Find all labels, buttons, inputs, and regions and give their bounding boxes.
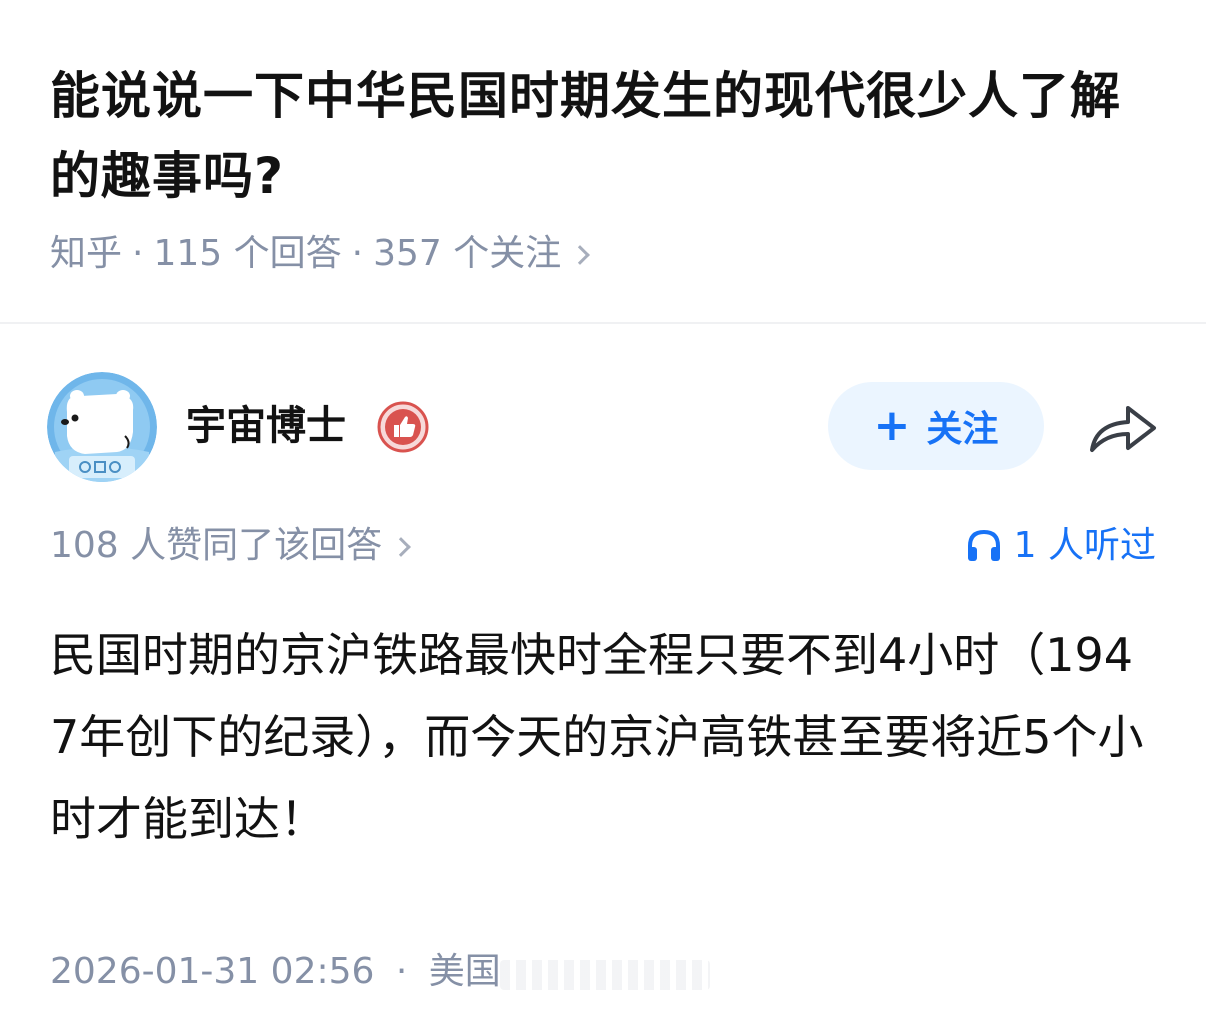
votes-link[interactable]: 108 人赞同了该回答 [50, 520, 412, 572]
answer-content[interactable]: 民国时期的京沪铁路最快时全程只要不到4小时（1947年创下的纪录），而今天的京沪… [50, 614, 1160, 860]
follow-button[interactable]: + 关注 [828, 382, 1044, 470]
footer-separator: · [395, 951, 408, 992]
follow-label: 关注 [926, 409, 999, 450]
polar-bear-astronaut-avatar [47, 372, 157, 482]
listened-count: 1 人听过 [1013, 525, 1156, 566]
avatar[interactable] [47, 372, 157, 482]
vote-count: 108 人赞同了该回答 [50, 525, 383, 566]
meta-separator: · [351, 233, 364, 274]
thumbs-up-badge-icon[interactable] [377, 401, 429, 453]
question-title[interactable]: 能说说一下中华民国时期发生的现代很少人了解的趣事吗? [50, 56, 1160, 216]
chevron-right-icon [391, 537, 412, 557]
plus-icon: + [873, 400, 911, 451]
meta-separator: · [132, 233, 144, 274]
answer-count: 115 个回答 [153, 233, 342, 274]
answer-datetime: 2026-01-31 02:56 [50, 951, 375, 992]
share-button[interactable] [1088, 398, 1158, 456]
answer-page: 能说说一下中华民国时期发生的现代很少人了解的趣事吗? 知乎 · 115 个回答 … [0, 0, 1206, 1010]
watermark [500, 960, 710, 990]
source-label: 知乎 [50, 233, 123, 274]
section-divider [0, 322, 1206, 324]
follower-count: 357 个关注 [373, 233, 562, 274]
listened-link[interactable]: 1 人听过 [966, 520, 1156, 572]
chevron-right-icon [570, 245, 591, 265]
share-arrow-icon [1090, 406, 1156, 452]
headphones-icon [967, 529, 1000, 561]
answer-location: 美国 [428, 951, 501, 992]
author-name[interactable]: 宇宙博士 [186, 398, 346, 454]
answer-footer: 2026-01-31 02:56 · 美国 [50, 946, 501, 998]
question-meta[interactable]: 知乎 · 115 个回答 · 357 个关注 [50, 228, 591, 280]
